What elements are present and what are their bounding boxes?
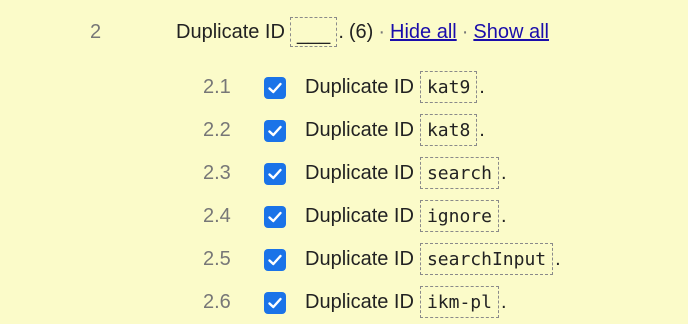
item-label-wrap: Duplicate ID search. [305,157,507,189]
item-label-wrap: Duplicate ID kat8. [305,114,485,146]
item-label: Duplicate ID [305,290,414,313]
list-item: 2.1 Duplicate ID kat9. [0,70,688,104]
item-checkbox[interactable] [264,292,286,314]
separator-2: · [461,20,469,43]
group-blank-box: ___ [289,17,338,47]
item-id-code: kat9 [419,71,478,103]
checkmark-icon [268,211,282,223]
item-label: Duplicate ID [305,161,414,184]
item-number: 2.4 [203,204,231,227]
item-checkbox[interactable] [264,163,286,185]
item-label: Duplicate ID [305,75,414,98]
group-count: (6) [348,20,374,43]
item-label-wrap: Duplicate ID searchInput. [305,243,561,275]
item-number: 2.5 [203,247,231,270]
group-label: Duplicate ID [176,20,285,43]
list-item: 2.4 Duplicate ID ignore. [0,199,688,233]
group-dot: . [338,20,344,43]
item-dot: . [500,290,507,313]
show-all-link[interactable]: Show all [473,21,549,44]
checkmark-icon [268,168,282,180]
item-number: 2.3 [203,161,231,184]
item-id-code: ignore [419,200,499,232]
item-label: Duplicate ID [305,204,414,227]
item-checkbox[interactable] [264,77,286,99]
checkmark-icon [268,297,282,309]
group-label-wrap: Duplicate ID ___ . (6) · Hide all · Show… [176,17,549,47]
list-item: 2.5 Duplicate ID searchInput. [0,242,688,276]
item-dot: . [500,161,507,184]
checkmark-icon [268,82,282,94]
item-id-code: kat8 [419,114,478,146]
hide-all-link[interactable]: Hide all [390,21,457,44]
item-label: Duplicate ID [305,247,414,270]
item-number: 2.6 [203,290,231,313]
item-dot: . [479,118,485,141]
group-number: 2 [90,20,102,43]
item-label-wrap: Duplicate ID kat9. [305,71,485,103]
item-label-wrap: Duplicate ID ikm-pl. [305,286,507,318]
checkmark-icon [268,254,282,266]
item-dot: . [555,247,561,270]
item-label-wrap: Duplicate ID ignore. [305,200,507,232]
item-checkbox[interactable] [264,120,286,142]
group-row: 2 Duplicate ID ___ . (6) · Hide all · Sh… [0,16,688,48]
list-item: 2.6 Duplicate ID ikm-pl. [0,285,688,319]
list-item: 2.2 Duplicate ID kat8. [0,113,688,147]
item-id-code: searchInput [419,243,554,275]
item-dot: . [500,204,507,227]
item-checkbox[interactable] [264,206,286,228]
separator-1: · [378,20,385,43]
item-id-code: search [419,157,499,189]
duplicate-id-panel: 2 Duplicate ID ___ . (6) · Hide all · Sh… [0,0,688,324]
checkmark-icon [268,125,282,137]
item-number: 2.2 [203,118,231,141]
item-label: Duplicate ID [305,118,414,141]
item-checkbox[interactable] [264,249,286,271]
item-id-code: ikm-pl [419,286,499,318]
item-number: 2.1 [203,75,231,98]
item-dot: . [479,75,485,98]
list-item: 2.3 Duplicate ID search. [0,156,688,190]
